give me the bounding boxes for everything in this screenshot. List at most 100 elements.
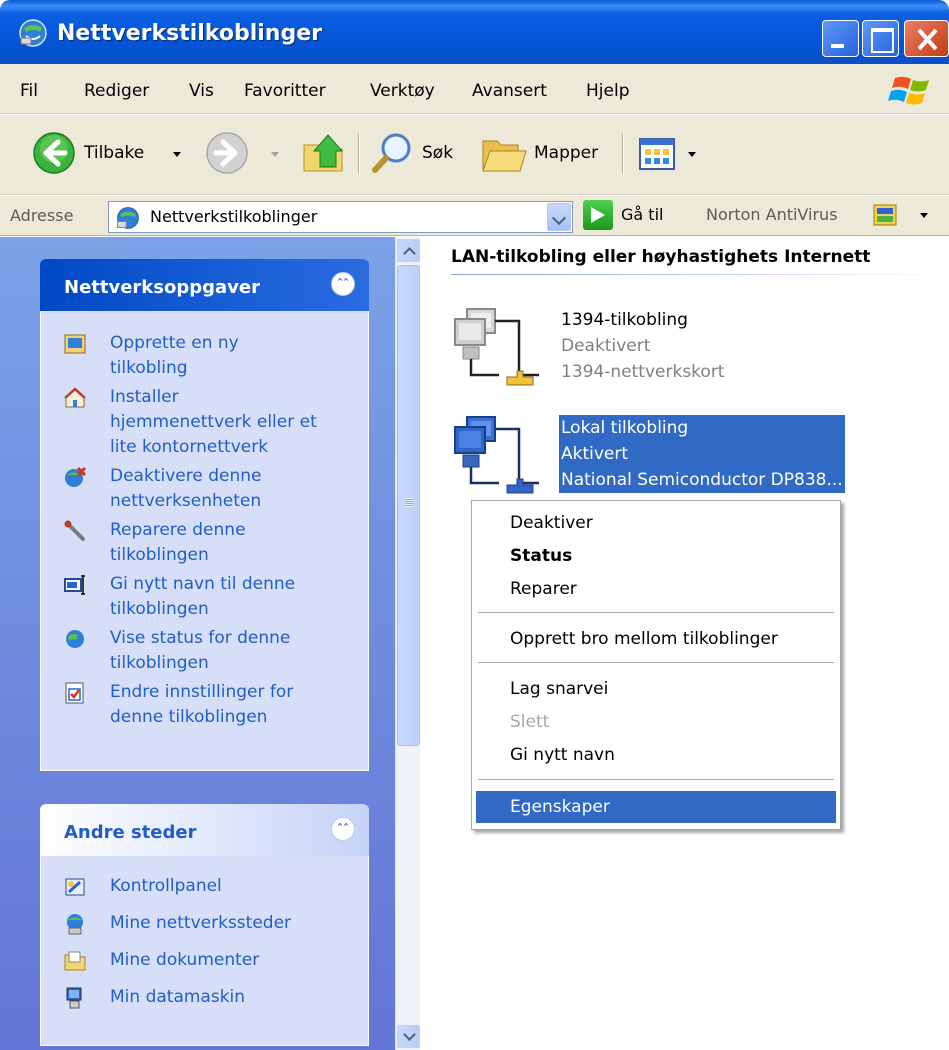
up-folder-button[interactable] bbox=[300, 129, 348, 177]
scroll-thumb[interactable] bbox=[397, 265, 420, 746]
place-my-computer[interactable]: Min datamaskin bbox=[41, 985, 368, 1010]
connection-local[interactable]: Lokal tilkobling Aktivert National Semic… bbox=[449, 413, 929, 503]
toolbar-separator bbox=[622, 134, 624, 174]
address-dropdown-button[interactable] bbox=[547, 203, 571, 231]
toolbar-separator bbox=[358, 134, 360, 174]
connection-status: Aktivert bbox=[561, 444, 629, 464]
collapse-chevron-icon[interactable]: ˆˆ bbox=[331, 817, 355, 841]
chevron-down-icon[interactable] bbox=[920, 213, 928, 218]
search-label: Søk bbox=[422, 143, 454, 163]
group-heading: LAN-tilkobling eller høyhastighets Inter… bbox=[451, 247, 871, 267]
back-label: Tilbake bbox=[84, 143, 145, 163]
scroll-down-button[interactable] bbox=[397, 1025, 420, 1048]
back-button[interactable]: Tilbake bbox=[32, 131, 192, 177]
folders-label: Mapper bbox=[534, 143, 599, 163]
back-arrow-icon bbox=[33, 132, 75, 174]
folders-button[interactable]: Mapper bbox=[480, 131, 610, 177]
search-button[interactable]: Søk bbox=[370, 131, 470, 177]
menu-item-deactivate[interactable]: Deaktiver bbox=[476, 507, 836, 539]
status-globe-icon bbox=[66, 630, 84, 648]
connection-device: National Semiconductor DP838... bbox=[561, 470, 843, 490]
menu-item-properties[interactable]: Egenskaper bbox=[476, 791, 836, 823]
network-connection-disabled-icon bbox=[454, 308, 539, 386]
menu-separator bbox=[478, 662, 834, 664]
menu-item-repair[interactable]: Reparer bbox=[476, 573, 836, 605]
network-connection-active-icon bbox=[454, 416, 539, 494]
control-panel-icon bbox=[65, 878, 85, 896]
my-documents-icon bbox=[64, 951, 86, 971]
go-button[interactable]: Gå til bbox=[621, 205, 663, 224]
menu-item-create-shortcut[interactable]: Lag snarvei bbox=[476, 673, 836, 705]
task-label: Reparere denne tilkoblingen bbox=[110, 520, 246, 565]
folders-icon bbox=[482, 140, 527, 172]
disable-device-icon bbox=[65, 466, 86, 487]
task-create-connection[interactable]: Opprette en ny tilkobling bbox=[41, 331, 368, 381]
place-network-places[interactable]: Mine nettverkssteder bbox=[41, 911, 368, 936]
other-places-list: Kontrollpanel Mine nettverkssteder Mine … bbox=[40, 856, 369, 1046]
task-pane-scrollbar[interactable] bbox=[395, 237, 420, 1050]
menu-view[interactable]: Vis bbox=[189, 81, 214, 101]
menu-help[interactable]: Hjelp bbox=[586, 81, 629, 101]
task-label: Gi nytt navn til denne tilkoblingen bbox=[110, 574, 296, 619]
task-rename-connection[interactable]: Gi nytt navn til denne tilkoblingen bbox=[41, 572, 368, 622]
maximize-button[interactable] bbox=[862, 20, 899, 57]
minimize-button[interactable] bbox=[822, 20, 859, 57]
address-label: Adresse bbox=[10, 206, 74, 225]
menu-item-status[interactable]: Status bbox=[476, 540, 836, 572]
norton-icon[interactable] bbox=[871, 202, 901, 230]
menu-item-delete: Slett bbox=[510, 712, 550, 732]
connection-name: Lokal tilkobling bbox=[561, 418, 689, 438]
menu-item-create-bridge[interactable]: Opprett bro mellom tilkoblinger bbox=[476, 623, 836, 655]
menu-file[interactable]: Fil bbox=[20, 81, 38, 101]
group-divider bbox=[451, 274, 949, 275]
network-tasks-title: Nettverksoppgaver bbox=[64, 277, 260, 298]
connection-1394[interactable]: 1394-tilkobling Deaktivert 1394-nettverk… bbox=[449, 305, 929, 395]
task-label: Installer hjemmenettverk eller et lite k… bbox=[110, 387, 317, 457]
menu-bar: Fil Rediger Vis Favoritter Verktøy Avans… bbox=[0, 64, 949, 114]
task-repair-connection[interactable]: Reparere denne tilkoblingen bbox=[41, 518, 368, 568]
network-tasks-header[interactable]: Nettverksoppgaver ˆˆ bbox=[40, 259, 369, 311]
close-button[interactable] bbox=[904, 20, 949, 57]
menu-tools[interactable]: Verktøy bbox=[370, 81, 435, 101]
title-bar[interactable]: Nettverkstilkoblinger bbox=[0, 0, 949, 64]
repair-wrench-icon bbox=[64, 520, 85, 541]
scroll-up-button[interactable] bbox=[397, 239, 420, 262]
task-install-home-network[interactable]: Installer hjemmenettverk eller et lite k… bbox=[41, 385, 368, 460]
address-value: Nettverkstilkoblinger bbox=[150, 207, 318, 226]
address-field[interactable]: Nettverkstilkoblinger bbox=[108, 201, 573, 233]
task-view-status[interactable]: Vise status for denne tilkoblingen bbox=[41, 626, 368, 676]
menu-item-rename[interactable]: Gi nytt navn bbox=[476, 739, 836, 771]
forward-arrow-icon bbox=[206, 132, 248, 174]
menu-separator bbox=[478, 612, 834, 614]
task-label: Mine dokumenter bbox=[110, 950, 260, 970]
go-arrow-icon[interactable] bbox=[583, 200, 613, 230]
menu-favorites[interactable]: Favoritter bbox=[244, 81, 326, 101]
task-label: Opprette en ny tilkobling bbox=[110, 333, 239, 378]
rename-icon bbox=[64, 575, 85, 595]
address-bar: Adresse Nettverkstilkoblinger Gå til Nor… bbox=[0, 196, 949, 236]
place-my-documents[interactable]: Mine dokumenter bbox=[41, 948, 368, 973]
menu-separator bbox=[478, 779, 834, 781]
chevron-down-icon bbox=[173, 152, 181, 157]
network-tasks-panel: Nettverksoppgaver ˆˆ Opprette en ny tilk… bbox=[40, 259, 369, 771]
norton-antivirus-label[interactable]: Norton AntiVirus bbox=[706, 205, 838, 224]
window-title: Nettverkstilkoblinger bbox=[57, 21, 322, 46]
task-disable-device[interactable]: Deaktivere denne nettverksenheten bbox=[41, 464, 368, 514]
menu-advanced[interactable]: Avansert bbox=[472, 81, 547, 101]
forward-button[interactable] bbox=[205, 131, 285, 177]
other-places-header[interactable]: Andre steder ˆˆ bbox=[40, 804, 369, 856]
views-button[interactable] bbox=[634, 131, 704, 177]
collapse-chevron-icon[interactable]: ˆˆ bbox=[331, 272, 355, 296]
other-places-panel: Andre steder ˆˆ Kontrollpanel Mine nettv… bbox=[40, 804, 369, 1046]
task-label: Mine nettverkssteder bbox=[110, 913, 292, 933]
home-network-icon bbox=[64, 387, 86, 408]
place-control-panel[interactable]: Kontrollpanel bbox=[41, 874, 368, 899]
network-places-icon bbox=[67, 914, 83, 935]
task-label: Deaktivere denne nettverksenheten bbox=[110, 466, 262, 511]
close-icon bbox=[917, 28, 938, 51]
toolbar: Tilbake Søk Mapper bbox=[0, 115, 949, 195]
menu-edit[interactable]: Rediger bbox=[84, 81, 149, 101]
task-change-settings[interactable]: Endre innstillinger for denne tilkobling… bbox=[41, 680, 368, 730]
views-grid-icon bbox=[639, 138, 675, 170]
chevron-down-icon bbox=[688, 152, 696, 157]
